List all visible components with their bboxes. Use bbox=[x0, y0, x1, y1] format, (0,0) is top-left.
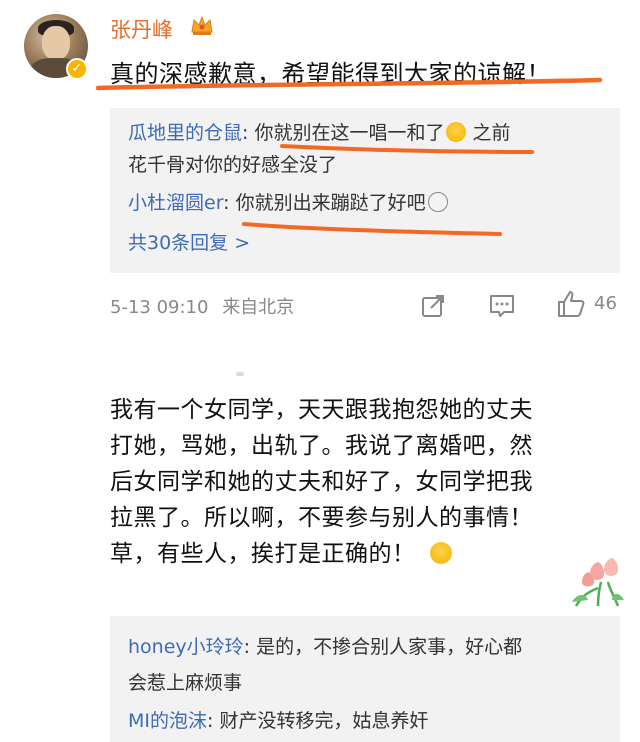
reply-text: : 你就别在这一唱一和了 bbox=[242, 122, 445, 144]
reply-text-tail: 之前 bbox=[466, 122, 511, 144]
reply-text: : 财产没转移完，姑息养奸 bbox=[207, 710, 429, 732]
reply-item[interactable]: 瓜地里的仓鼠: 你就别在这一唱一和了 之前 bbox=[128, 118, 511, 145]
verified-badge-icon: ✓ bbox=[66, 58, 88, 80]
reply-author[interactable]: 瓜地里的仓鼠 bbox=[128, 122, 242, 144]
laughing-emoji-icon bbox=[446, 122, 467, 142]
reply-author[interactable]: 小杜溜圆er bbox=[128, 192, 223, 214]
divider-mark bbox=[236, 372, 244, 376]
comment2-text: 我有一个女同学，天天跟我抱怨她的丈夫 打她，骂她，出轨了。我说了离婚吧，然 后女… bbox=[110, 392, 600, 572]
like-count: 46 bbox=[594, 293, 617, 314]
like-icon[interactable] bbox=[556, 289, 586, 319]
reply-text-continued: 花千骨对你的好感全没了 bbox=[128, 154, 338, 176]
username[interactable]: 张丹峰 bbox=[110, 14, 173, 44]
crown-icon bbox=[191, 15, 213, 35]
reply-text: : 是的，不掺合别人家事，好心都 bbox=[243, 636, 523, 658]
reply-author[interactable]: honey小玲玲 bbox=[128, 636, 244, 658]
comment-meta: 5-13 09:10 来自北京 bbox=[110, 293, 294, 319]
reply-item[interactable]: MI的泡沫: 财产没转移完，姑息养奸 bbox=[128, 706, 428, 733]
reply-item[interactable]: honey小玲玲: 是的，不掺合别人家事，好心都 bbox=[128, 632, 522, 659]
tulip-sticker bbox=[572, 558, 624, 607]
more-replies-link[interactable]: 共30条回复 > bbox=[128, 228, 250, 255]
timestamp: 5-13 09:10 bbox=[110, 297, 209, 318]
reply-author[interactable]: MI的泡沫 bbox=[128, 710, 207, 732]
dizzy-face-emoji-icon bbox=[427, 192, 448, 212]
reply-text: : 你就别出来蹦跶了好吧 bbox=[223, 192, 426, 214]
avatar-face bbox=[42, 26, 70, 60]
comment2-line: 拉黑了。所以啊，不要参与别人的事情！ bbox=[110, 505, 533, 531]
comment2-line: 我有一个女同学，天天跟我抱怨她的丈夫 bbox=[110, 397, 533, 423]
reply-preview-box[interactable]: 瓜地里的仓鼠: 你就别在这一唱一和了 之前 花千骨对你的好感全没了 小杜溜圆er… bbox=[110, 108, 620, 273]
comment2-line: 草，有些人，挨打是正确的！ bbox=[110, 536, 600, 572]
reply-preview-box[interactable]: honey小玲玲: 是的，不掺合别人家事，好心都 会惹上麻烦事 MI的泡沫: 财… bbox=[110, 616, 620, 742]
comment2-line: 后女同学和她的丈夫和好了，女同学把我 bbox=[110, 469, 533, 495]
reply-item[interactable]: 小杜溜圆er: 你就别出来蹦跶了好吧 bbox=[128, 188, 448, 215]
shrug-emoji-icon bbox=[429, 542, 452, 564]
comment2-line: 打她，骂她，出轨了。我说了离婚吧，然 bbox=[110, 433, 533, 459]
share-icon[interactable] bbox=[420, 293, 446, 319]
comment-icon[interactable] bbox=[488, 293, 516, 319]
comment2-line-text: 草，有些人，挨打是正确的！ bbox=[110, 541, 416, 567]
comment-text: 真的深感歉意，希望能得到大家的谅解！ bbox=[110, 60, 551, 88]
reply-text-continued: 会惹上麻烦事 bbox=[128, 672, 243, 694]
source-location: 来自北京 bbox=[222, 297, 295, 318]
